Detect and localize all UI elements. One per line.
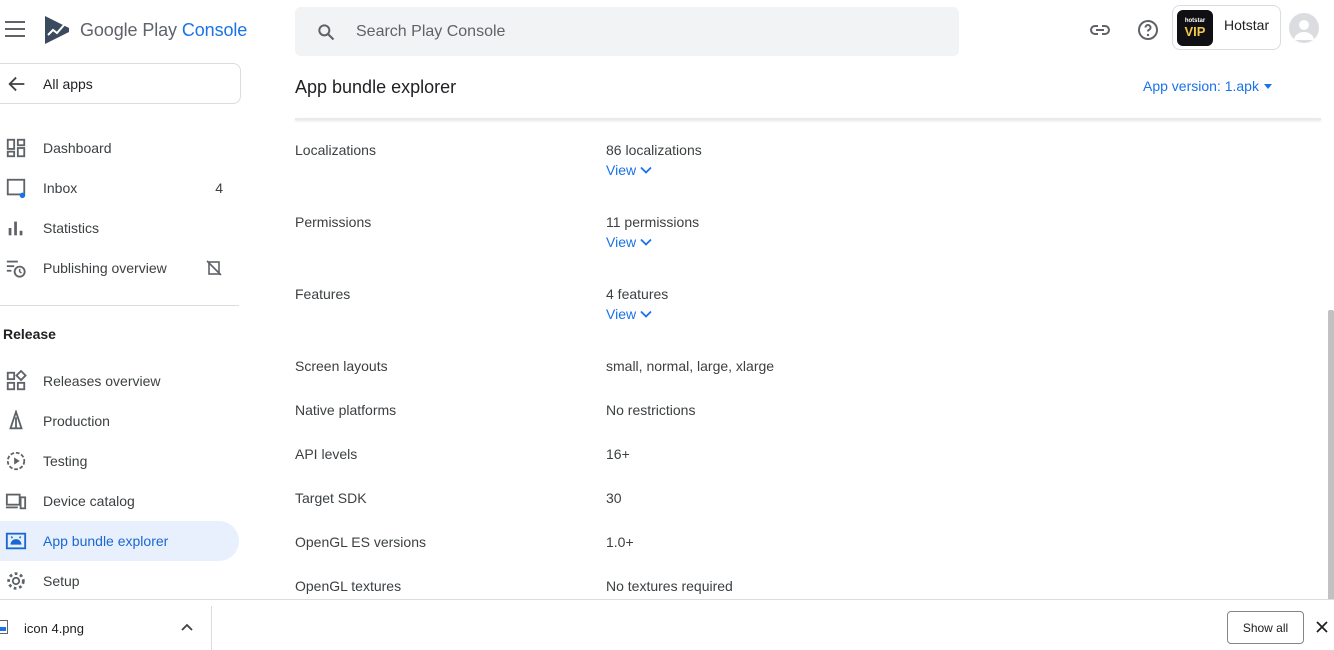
detail-label: OpenGL textures xyxy=(295,578,402,594)
sidebar-item-label: Statistics xyxy=(43,220,100,236)
help-icon[interactable] xyxy=(1136,18,1160,42)
device-catalog-icon xyxy=(5,493,27,510)
image-file-icon xyxy=(0,620,8,634)
detail-value: 4 features xyxy=(606,286,669,302)
releases-overview-icon xyxy=(6,370,27,391)
detail-value: 30 xyxy=(606,490,622,506)
show-all-button[interactable]: Show all xyxy=(1227,611,1304,644)
google-play-console-logo[interactable]: Google Play Console xyxy=(43,14,247,46)
sidebar-item-inbox[interactable]: Inbox 4 xyxy=(0,168,239,208)
detail-value: 16+ xyxy=(606,446,630,462)
detail-value: No restrictions xyxy=(606,402,696,418)
sidebar-item-statistics[interactable]: Statistics xyxy=(0,208,239,248)
sidebar-item-releases-overview[interactable]: Releases overview xyxy=(0,361,239,401)
detail-value: small, normal, large, xlarge xyxy=(606,358,775,374)
menu-bar xyxy=(5,28,25,30)
all-apps-button[interactable]: All apps xyxy=(0,63,241,104)
close-icon[interactable] xyxy=(1315,620,1329,634)
detail-value: 86 localizations xyxy=(606,142,702,158)
detail-value: 11 permissions xyxy=(606,214,700,230)
app-version-label: App version: 1.apk xyxy=(1143,78,1259,94)
detail-label: Native platforms xyxy=(295,402,397,418)
detail-label: Localizations xyxy=(295,142,376,158)
menu-bar xyxy=(5,21,25,23)
sidebar-item-publishing-overview[interactable]: Publishing overview xyxy=(0,248,239,288)
view-localizations-link[interactable]: View xyxy=(606,162,652,178)
detail-label: API levels xyxy=(295,446,358,462)
play-console-logo-icon xyxy=(45,16,69,44)
page-title: App bundle explorer xyxy=(295,77,457,97)
sidebar-divider xyxy=(0,305,239,306)
detail-label: Target SDK xyxy=(295,490,367,506)
dashboard-icon xyxy=(6,138,26,158)
person-icon xyxy=(1294,20,1314,40)
sidebar-item-production[interactable]: Production xyxy=(0,401,239,441)
chevron-down-icon xyxy=(640,166,652,174)
sidebar-item-device-catalog[interactable]: Device catalog xyxy=(0,481,239,521)
detail-label: Permissions xyxy=(295,214,372,230)
page-scrollbar[interactable] xyxy=(1328,310,1334,600)
search-bar[interactable]: Search Play Console xyxy=(295,7,959,56)
sidebar-item-label: Device catalog xyxy=(43,493,135,509)
detail-value: 1.0+ xyxy=(606,534,634,550)
chevron-up-icon[interactable] xyxy=(180,622,194,632)
link-icon[interactable] xyxy=(1088,18,1112,42)
detail-value: No textures required xyxy=(606,578,733,594)
sidebar-item-label: Testing xyxy=(43,453,88,469)
search-icon xyxy=(318,23,335,40)
chevron-down-icon xyxy=(640,310,652,318)
sidebar-item-app-bundle-explorer[interactable]: App bundle explorer xyxy=(0,521,239,561)
caret-down-icon xyxy=(1263,83,1272,89)
download-bar: icon 4.png Show all xyxy=(0,599,1334,650)
logo-text-accent: Console xyxy=(181,19,248,40)
chevron-down-icon xyxy=(640,238,652,246)
inbox-icon xyxy=(6,178,26,199)
sidebar-item-dashboard[interactable]: Dashboard xyxy=(0,128,239,168)
view-permissions-link[interactable]: View xyxy=(606,234,652,250)
sidebar-item-label: Releases overview xyxy=(43,373,161,389)
app-bundle-explorer-icon xyxy=(5,532,27,550)
production-icon xyxy=(9,410,23,430)
sidebar-item-label: Production xyxy=(43,413,110,429)
app-selector[interactable]: hotstar VIP Hotstar xyxy=(1172,5,1281,50)
all-apps-label: All apps xyxy=(43,75,93,92)
main-menu-button[interactable] xyxy=(5,21,25,37)
arrow-back-icon xyxy=(8,76,25,91)
detail-label: Features xyxy=(295,286,351,302)
section-title-release: Release xyxy=(3,326,56,342)
view-features-link[interactable]: View xyxy=(606,306,652,322)
app-icon-tier: VIP xyxy=(1184,23,1206,39)
detail-label: OpenGL ES versions xyxy=(295,534,426,550)
app-version-dropdown[interactable]: App version: 1.apk xyxy=(1143,78,1272,94)
statistics-icon xyxy=(8,221,23,236)
detail-label: Screen layouts xyxy=(295,358,388,374)
sidebar-item-label: Setup xyxy=(43,573,80,589)
sidebar-item-label: Publishing overview xyxy=(43,260,167,276)
logo-text-main: Google Play xyxy=(80,19,177,40)
logo-text: Google Play Console xyxy=(80,20,247,41)
menu-bar xyxy=(5,35,25,37)
view-link-label: View xyxy=(606,306,637,322)
sidebar-item-setup[interactable]: Setup xyxy=(0,561,239,601)
sidebar-item-testing[interactable]: Testing xyxy=(0,441,239,481)
sidebar-item-label: Inbox xyxy=(43,180,78,196)
sidebar-item-label: App bundle explorer xyxy=(43,533,169,549)
download-separator xyxy=(211,606,212,650)
publishing-overview-icon xyxy=(6,260,26,278)
view-link-label: View xyxy=(606,234,637,250)
testing-icon xyxy=(6,451,26,471)
search-input[interactable]: Search Play Console xyxy=(356,23,505,41)
sidebar-item-label: Dashboard xyxy=(43,140,112,156)
hotstar-app-icon: hotstar VIP xyxy=(1177,9,1213,46)
header-divider xyxy=(295,118,1321,120)
account-avatar[interactable] xyxy=(1289,13,1319,43)
inbox-count-badge: 4 xyxy=(215,180,223,196)
managed-publishing-off-icon xyxy=(206,260,222,276)
download-file-name[interactable]: icon 4.png xyxy=(24,621,84,636)
setup-gear-icon xyxy=(7,572,25,590)
view-link-label: View xyxy=(606,162,637,178)
app-name: Hotstar xyxy=(1224,16,1270,33)
